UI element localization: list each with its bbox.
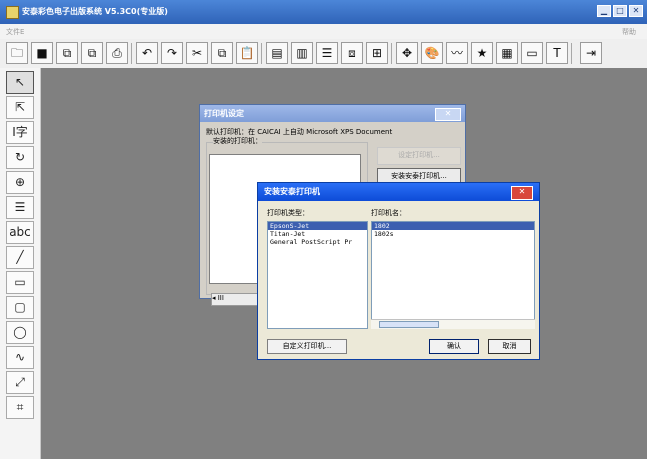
list-item[interactable]: EpsonS-Jet (268, 222, 367, 230)
printer-type-label: 打印机类型： (267, 209, 309, 217)
abc-tool-icon[interactable]: abc (6, 221, 34, 244)
grid-icon[interactable]: ▦ (496, 42, 518, 64)
print-icon[interactable]: ⎙ (106, 42, 128, 64)
toolbar: 🗀 ■ ⧉ ⧉ ⎙ ↶ ↷ ✂ ⧉ 📋 ▤ ▥ ☰ ⧈ ⊞ ✥ 🎨 〰 ★ ▦ … (0, 39, 647, 69)
direct-select-icon[interactable]: ⇱ (6, 96, 34, 119)
list-item[interactable]: 1802s (372, 230, 534, 238)
ellipse-tool-icon[interactable]: ◯ (6, 321, 34, 344)
pen-tool-icon[interactable]: ⤢ (6, 371, 34, 394)
setup-printer-button[interactable]: 设定打印机... (377, 147, 461, 165)
star-icon[interactable]: ★ (471, 42, 493, 64)
cut-icon[interactable]: ✂ (186, 42, 208, 64)
list-item[interactable]: General PostScript Pr (268, 238, 367, 246)
zoom-icon[interactable]: ⊕ (6, 171, 34, 194)
rotate-icon[interactable]: ↻ (6, 146, 34, 169)
rectangle-tool-icon[interactable]: ▭ (6, 271, 34, 294)
cancel-button[interactable]: 取消 (488, 339, 531, 354)
save-icon[interactable]: ■ (31, 42, 53, 64)
toolbar-separator (571, 43, 572, 64)
import-icon[interactable]: ⧉ (81, 42, 103, 64)
line-tool-icon[interactable]: ╱ (6, 246, 34, 269)
select-arrow-icon[interactable]: ↖ (6, 71, 34, 94)
measure-tool-icon[interactable]: ⌗ (6, 396, 34, 419)
toolbar-separator (391, 43, 392, 64)
left-toolbar: ↖ ⇱ I字 ↻ ⊕ ☰ abc ╱ ▭ ▢ ◯ ∿ ⤢ ⌗ (0, 68, 41, 459)
custom-printer-button[interactable]: 自定义打印机... (267, 339, 347, 354)
app-icon (6, 6, 19, 19)
printer-name-label: 打印机名： (371, 209, 406, 217)
install-printer-title: 安装安泰打印机 (258, 183, 539, 201)
printer-type-list[interactable]: EpsonS-Jet Titan-Jet General PostScript … (267, 221, 368, 329)
install-printer-close-icon[interactable]: ✕ (511, 186, 533, 200)
menu-file[interactable]: 文件E (6, 27, 24, 37)
page-icon[interactable]: ▭ (521, 42, 543, 64)
text-box-icon[interactable]: T (546, 42, 568, 64)
toolbar-separator (131, 43, 132, 64)
app-window: 安泰彩色电子出版系统 V5.3C0(专业版) ▁ □ ✕ 文件E 帮助 🗀 ■ … (0, 0, 647, 459)
text-frame2-icon[interactable]: ▥ (291, 42, 313, 64)
maximize-button[interactable]: □ (613, 5, 627, 17)
paragraph-icon[interactable]: ☰ (316, 42, 338, 64)
list-item[interactable]: 1802 (372, 222, 534, 230)
menu-help[interactable]: 帮助 (622, 27, 636, 37)
rounded-rect-tool-icon[interactable]: ▢ (6, 296, 34, 319)
folder-open-icon[interactable]: 🗀 (6, 42, 28, 64)
install-printer-dialog: 安装安泰打印机 ✕ 打印机类型： 打印机名： EpsonS-Jet Titan-… (257, 182, 540, 360)
move-icon[interactable]: ✥ (396, 42, 418, 64)
redo-icon[interactable]: ↷ (161, 42, 183, 64)
minimize-button[interactable]: ▁ (597, 5, 611, 17)
printer-name-scrollbar[interactable] (371, 319, 535, 329)
line-color-icon[interactable]: 〰 (446, 42, 468, 64)
ok-button[interactable]: 确认 (429, 339, 479, 354)
close-button[interactable]: ✕ (629, 5, 643, 17)
text-frame-icon[interactable]: ▤ (266, 42, 288, 64)
color-icon[interactable]: 🎨 (421, 42, 443, 64)
printer-setup-close-icon[interactable]: ✕ (435, 108, 461, 121)
text-tool-icon[interactable]: I字 (6, 121, 34, 144)
undo-icon[interactable]: ↶ (136, 42, 158, 64)
titlebar: 安泰彩色电子出版系统 V5.3C0(专业版) ▁ □ ✕ (0, 0, 647, 24)
scrollbar-thumb[interactable] (379, 321, 439, 328)
table-icon[interactable]: ☰ (6, 196, 34, 219)
window-icon[interactable]: ⊞ (366, 42, 388, 64)
curve-tool-icon[interactable]: ∿ (6, 346, 34, 369)
printer-setup-title: 打印机设定 (200, 105, 465, 122)
export-icon[interactable]: ⧉ (56, 42, 78, 64)
installed-printers-label: 安装的打印机： (213, 136, 262, 146)
toolbar-separator (261, 43, 262, 64)
list-item[interactable]: Titan-Jet (268, 230, 367, 238)
printer-name-list[interactable]: 1802 1802s (371, 221, 535, 329)
copy-icon[interactable]: ⧉ (211, 42, 233, 64)
window-title: 安泰彩色电子出版系统 V5.3C0(专业版) (22, 7, 168, 16)
export2-icon[interactable]: ⇥ (580, 42, 602, 64)
layout-icon[interactable]: ⧈ (341, 42, 363, 64)
paste-icon[interactable]: 📋 (236, 42, 258, 64)
menubar: 文件E 帮助 (0, 24, 647, 40)
